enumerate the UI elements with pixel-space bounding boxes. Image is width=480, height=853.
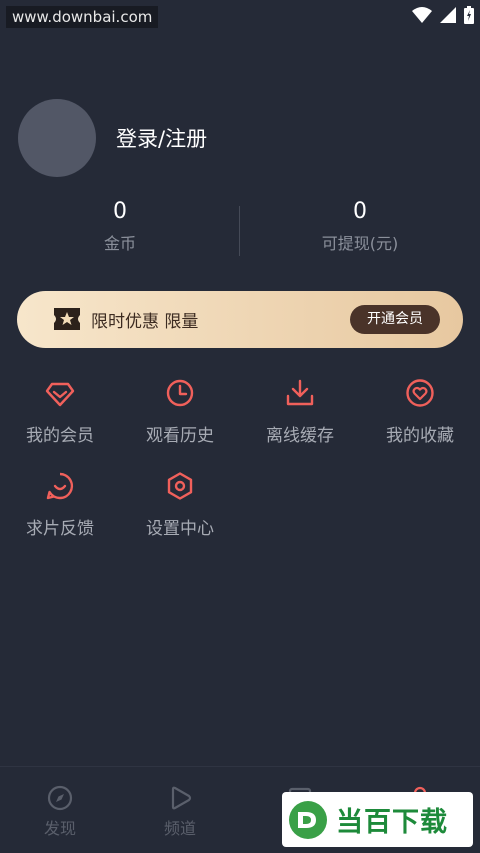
withdrawable-label: 可提现(元) [321,234,399,253]
status-icons [412,6,474,24]
clock-icon [166,379,194,407]
settings-hexagon-icon [167,472,193,500]
battery-icon [464,6,474,24]
menu-settings-center[interactable]: 设置中心 [120,471,240,539]
vip-promo-text: 限时优惠 限量 [91,312,199,332]
tab-channels[interactable]: 频道 [120,785,240,839]
play-icon [171,786,192,810]
menu-offline-cache[interactable]: 离线缓存 [240,378,360,446]
status-bar: www.downbai.com [0,0,480,32]
menu-label: 设置中心 [146,519,214,539]
menu-request-feedback[interactable]: 求片反馈 [0,471,120,539]
chat-smile-icon [46,472,74,500]
tab-label: 频道 [163,819,196,838]
menu-my-membership[interactable]: 我的会员 [0,378,120,446]
coins-stat[interactable]: 0 金币 [0,196,240,254]
withdrawable-value: 0 [353,199,367,224]
stats-row: 0 金币 0 可提现(元) [0,196,480,266]
ticket-star-icon [54,308,80,330]
vip-promo-banner[interactable]: 限时优惠 限量 开通会员 [17,291,463,348]
coins-value: 0 [113,199,127,224]
menu-label: 观看历史 [146,426,214,446]
wifi-icon [412,7,432,23]
diamond-icon [45,382,75,407]
menu-label: 我的收藏 [386,426,454,446]
open-vip-button[interactable]: 开通会员 [350,305,440,334]
login-register-link[interactable]: 登录/注册 [116,123,207,153]
menu-label: 离线缓存 [266,426,334,446]
profile-section[interactable]: 登录/注册 [18,99,207,177]
watermark-text: 当百下载 [336,807,448,838]
menu-watch-history[interactable]: 观看历史 [120,378,240,446]
avatar[interactable] [18,99,96,177]
watermark-url: www.downbai.com [6,6,159,28]
tab-discover[interactable]: 发现 [0,785,120,839]
coins-label: 金币 [103,234,136,253]
heart-icon [406,379,434,407]
watermark-badge: 当百下载 [282,792,473,847]
download-icon [286,379,314,406]
watermark-logo-icon [289,801,327,839]
menu-label: 我的会员 [26,426,94,446]
signal-icon [440,7,456,23]
menu-label: 求片反馈 [26,519,94,539]
compass-icon [47,785,73,811]
menu-my-favorites[interactable]: 我的收藏 [360,378,480,446]
withdrawable-stat[interactable]: 0 可提现(元) [240,196,480,254]
tab-label: 发现 [43,819,76,838]
